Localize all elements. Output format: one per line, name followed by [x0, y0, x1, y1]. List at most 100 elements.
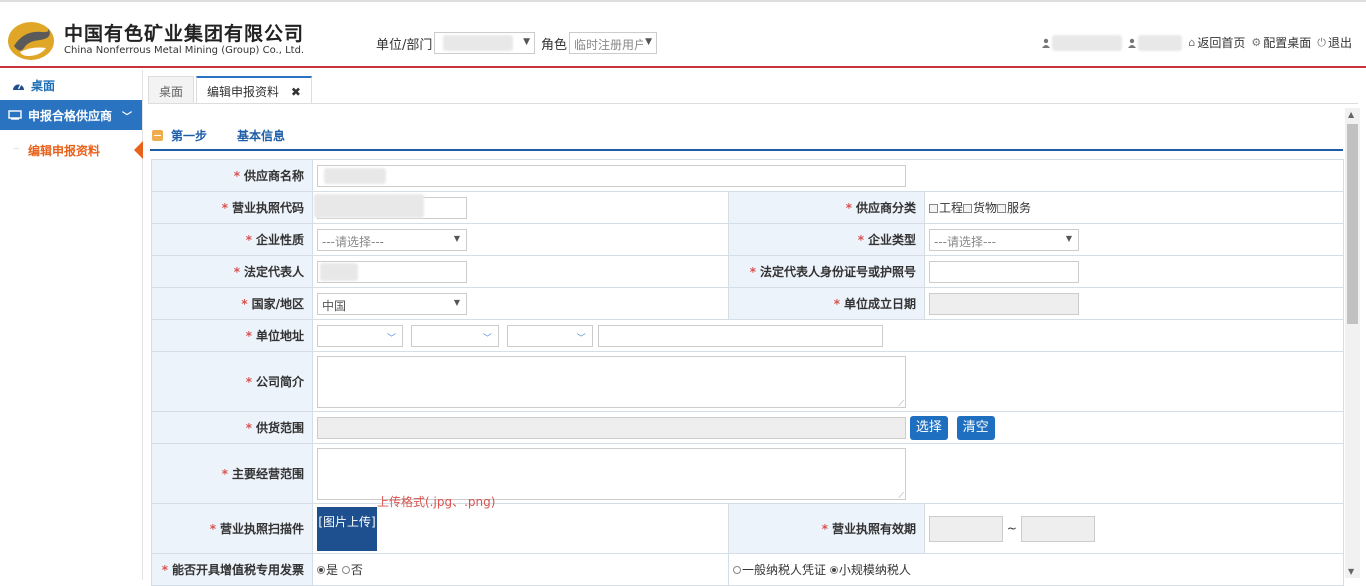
chevron-down-icon: ﹀ [386, 333, 396, 344]
legal-rep-id-label: * 法定代表人身份证号或护照号 [728, 255, 925, 288]
step-title: 基本信息 [237, 128, 286, 143]
chevron-down-icon: ▼ [453, 297, 460, 307]
radio-small-taxpayer[interactable]: 小规模纳税人 [829, 563, 911, 577]
tab-label: 桌面 [159, 85, 184, 99]
sidebar-item-edit-info[interactable]: ┈ 编辑申报资料 [0, 130, 143, 170]
valid-to-input[interactable] [1020, 515, 1095, 542]
app-header: 中国有色矿业集团有限公司 China Nonferrous Metal Mini… [0, 0, 1366, 68]
role-select[interactable]: 临时注册用户 ▼ [569, 32, 657, 54]
user-info [1042, 34, 1123, 51]
user-icon [1128, 38, 1137, 48]
tree-dots: ┈ [14, 144, 19, 153]
chevron-down-icon: ▼ [1065, 233, 1072, 243]
tab-bar: 桌面 编辑申报资料 ✖ [148, 76, 314, 104]
radio-vat-yes[interactable]: 是 [317, 563, 338, 577]
config-desk-label: 配置桌面 [1263, 36, 1312, 50]
redacted-value [320, 262, 358, 281]
province-select[interactable]: ﹀ [317, 324, 403, 347]
supplier-form: * 供应商名称 * 营业执照代码 * 供应商分类 工程 货物 服务 * 企业性质 ---请选… [151, 159, 1345, 586]
district-select[interactable]: ﹀ [506, 324, 593, 347]
founded-date-label: * 单位成立日期 [728, 287, 925, 320]
chevron-down-icon: ﹀ [482, 333, 492, 344]
redacted-value [443, 35, 513, 51]
active-pointer [134, 141, 143, 159]
scrollbar-thumb[interactable] [1347, 124, 1358, 324]
checkbox-engineering[interactable]: 工程 [929, 201, 963, 215]
scroll-up-icon[interactable]: ▲ [1348, 110, 1354, 119]
scroll-down-icon[interactable]: ▼ [1348, 567, 1354, 576]
unit-select[interactable]: ▼ [434, 32, 535, 54]
checkbox-goods[interactable]: 货物 [963, 201, 997, 215]
redacted-role [1138, 34, 1183, 51]
close-icon[interactable]: ✖ [291, 85, 301, 99]
street-address-input[interactable] [598, 324, 884, 347]
radio-vat-no[interactable]: 否 [341, 563, 363, 577]
home-link-label: 返回首页 [1197, 36, 1246, 50]
main-scope-textarea[interactable] [317, 447, 906, 501]
home-icon: ⌂ [1188, 36, 1196, 49]
sidebar-item-desk[interactable]: 桌面 [0, 70, 142, 100]
range-separator: ~ [1006, 521, 1017, 535]
logout-link[interactable]: ⏻ 退出 [1317, 34, 1352, 51]
supplier-class-label: * 供应商分类 [728, 191, 925, 224]
license-valid-label: * 营业执照有效期 [728, 503, 925, 554]
dashboard-icon [13, 83, 24, 90]
tab-divider [148, 103, 1358, 104]
main-scope-label: * 主要经营范围 [151, 443, 313, 504]
enterprise-nature-label: * 企业性质 [151, 223, 313, 256]
valid-from-input[interactable] [929, 515, 1003, 542]
supply-scope-label: * 供货范围 [151, 411, 313, 444]
clear-button[interactable]: 清空 [956, 415, 995, 440]
city-select[interactable]: ﹀ [410, 324, 499, 347]
logout-label: 退出 [1327, 36, 1352, 50]
enterprise-type-select[interactable]: ---请选择--- ▼ [929, 228, 1079, 251]
redacted-value [314, 193, 424, 218]
enterprise-type-label: * 企业类型 [728, 223, 925, 256]
company-name-en: China Nonferrous Metal Mining (Group) Co… [64, 45, 305, 56]
step-divider [150, 149, 1343, 151]
step-header: 第一步 基本信息 [152, 126, 285, 144]
address-label: * 单位地址 [151, 319, 313, 352]
checkbox-service[interactable]: 服务 [997, 201, 1031, 215]
home-link[interactable]: ⌂ 返回首页 [1188, 34, 1245, 51]
tab-edit-info[interactable]: 编辑申报资料 ✖ [196, 76, 312, 104]
select-button[interactable]: 选择 [909, 415, 948, 440]
legal-rep-input[interactable] [317, 260, 467, 283]
sidebar: 桌面 申报合格供应商 ﹀ ┈ 编辑申报资料 [0, 70, 143, 580]
intro-label: * 公司简介 [151, 351, 313, 412]
collapse-icon[interactable] [152, 129, 163, 141]
supplier-name-input[interactable] [317, 164, 906, 187]
redacted-user [1052, 34, 1123, 51]
tab-label: 编辑申报资料 [207, 85, 280, 99]
power-icon: ⏻ [1317, 35, 1326, 49]
chevron-down-icon: ▼ [523, 37, 530, 47]
company-name-cn: 中国有色矿业集团有限公司 [64, 23, 305, 45]
radio-general-taxpayer[interactable]: 一般纳税人凭证 [733, 563, 826, 577]
supply-scope-input[interactable] [317, 416, 906, 439]
chevron-down-icon: ﹀ [122, 111, 132, 123]
image-upload-button[interactable]: [图片上传] [317, 506, 377, 551]
chevron-down-icon: ▼ [453, 233, 460, 243]
gear-icon: ⚙ [1251, 36, 1262, 49]
vertical-scrollbar[interactable]: ▲ ▼ [1345, 108, 1360, 578]
config-desk-link[interactable]: ⚙ 配置桌面 [1251, 34, 1311, 51]
license-code-input[interactable] [314, 193, 467, 219]
step-label: 第一步 [171, 128, 208, 143]
user-icon [1042, 38, 1051, 48]
enterprise-nature-select[interactable]: ---请选择--- ▼ [317, 228, 467, 251]
founded-date-input[interactable] [929, 292, 1079, 315]
role-value: 临时注册用户 [574, 38, 647, 52]
chevron-down-icon: ▼ [643, 37, 652, 47]
monitor-icon [8, 110, 22, 120]
legal-rep-label: * 法定代表人 [151, 255, 313, 288]
sidebar-item-supplier[interactable]: 申报合格供应商 ﹀ [0, 100, 142, 130]
legal-rep-id-input[interactable] [929, 260, 1079, 283]
country-label: * 国家/地区 [151, 287, 313, 320]
license-code-label: * 营业执照代码 [151, 191, 313, 224]
license-scan-label: * 营业执照扫描件 [151, 503, 313, 554]
tab-desk[interactable]: 桌面 [148, 76, 195, 104]
role-label: 角色 [541, 38, 568, 53]
country-select[interactable]: 中国 ▼ [317, 292, 467, 315]
intro-textarea[interactable] [317, 355, 906, 409]
unit-label: 单位/部门 [376, 38, 433, 53]
